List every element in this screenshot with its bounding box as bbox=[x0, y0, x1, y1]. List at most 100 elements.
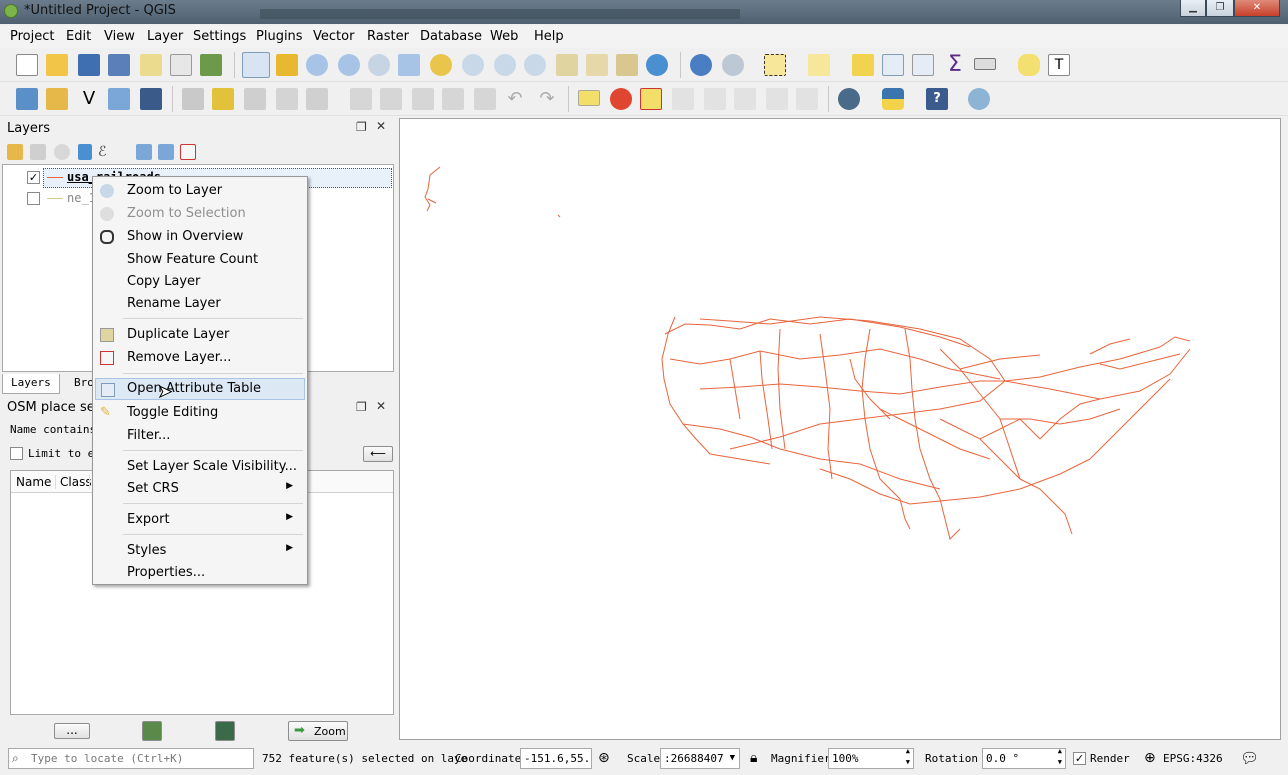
zoom-to-layer-icon[interactable] bbox=[462, 54, 484, 76]
menu-item-set-crs[interactable]: Set CRS ▶ bbox=[95, 478, 305, 500]
toggle-editing-icon[interactable] bbox=[212, 88, 234, 110]
expand-all-icon[interactable] bbox=[136, 144, 152, 160]
osm-map-icon[interactable] bbox=[142, 721, 162, 741]
crs-globe-icon[interactable]: ⊕ bbox=[1144, 750, 1156, 766]
sigma-icon[interactable]: Σ bbox=[944, 54, 966, 76]
add-feature-icon[interactable] bbox=[276, 88, 298, 110]
close-window-button[interactable]: ✕ bbox=[1234, 0, 1280, 17]
add-database-layer-icon[interactable] bbox=[140, 88, 162, 110]
paste-features-icon[interactable] bbox=[474, 88, 496, 110]
select-features-icon[interactable] bbox=[764, 54, 786, 76]
back-arrow-button[interactable]: ⟵ bbox=[363, 446, 393, 462]
zoom-button[interactable]: ➡ Zoom bbox=[288, 721, 348, 741]
open-attribute-table-icon[interactable] bbox=[882, 54, 904, 76]
delete-selected-icon[interactable] bbox=[380, 88, 402, 110]
identify-features-icon[interactable] bbox=[690, 54, 712, 76]
measure-line-icon[interactable] bbox=[974, 58, 996, 70]
label-tool-icon[interactable] bbox=[578, 90, 600, 106]
lock-icon[interactable]: 🔒︎ bbox=[750, 750, 757, 766]
menu-item-export[interactable]: Export ▶ bbox=[95, 509, 305, 531]
menu-item-zoom-to-layer[interactable]: Zoom to Layer bbox=[95, 180, 305, 202]
scale-combo[interactable]: :26688407 ▼ bbox=[660, 748, 740, 769]
node-tool-icon[interactable] bbox=[350, 88, 372, 110]
open-project-icon[interactable] bbox=[46, 54, 68, 76]
menu-vector[interactable]: Vector bbox=[313, 29, 354, 44]
menu-item-zoom-to-selection[interactable]: Zoom to Selection bbox=[95, 203, 305, 225]
menu-item-styles[interactable]: Styles ▶ bbox=[95, 540, 305, 562]
new-map-view-icon[interactable] bbox=[556, 54, 578, 76]
pin-labels-icon[interactable] bbox=[672, 88, 694, 110]
rotate-label-icon[interactable] bbox=[766, 88, 788, 110]
cut-features-icon[interactable] bbox=[412, 88, 434, 110]
filter-legend-icon[interactable] bbox=[78, 144, 92, 160]
menu-help[interactable]: Help bbox=[534, 29, 564, 44]
layer-visibility-checkbox[interactable]: ✓ bbox=[27, 171, 40, 184]
undo-icon[interactable]: ↶ bbox=[504, 88, 526, 110]
crs-label[interactable]: EPSG:4326 bbox=[1163, 752, 1223, 765]
save-edits-icon[interactable] bbox=[244, 88, 266, 110]
select-by-expression-icon[interactable] bbox=[808, 54, 830, 76]
menu-item-toggle-editing[interactable]: ✎ Toggle Editing bbox=[95, 402, 305, 424]
move-label-icon[interactable] bbox=[734, 88, 756, 110]
menu-item-properties[interactable]: Properties... bbox=[95, 562, 305, 584]
magnifier-spinbox[interactable]: 100% ▲ ▼ bbox=[828, 748, 914, 769]
osm-area-icon[interactable] bbox=[215, 721, 235, 741]
collapse-all-icon[interactable] bbox=[158, 144, 174, 160]
ellipsis-button[interactable]: ... bbox=[54, 723, 90, 739]
messages-icon[interactable]: 💬︎ bbox=[1240, 749, 1259, 767]
zoom-out-icon[interactable] bbox=[338, 54, 360, 76]
minimize-button[interactable]: ▁ bbox=[1180, 0, 1206, 17]
statistics-icon[interactable] bbox=[912, 54, 934, 76]
zoom-in-icon[interactable] bbox=[306, 54, 328, 76]
highlight-pinned-labels-icon[interactable] bbox=[640, 88, 662, 110]
float-panel-icon[interactable]: ❐ bbox=[356, 400, 367, 414]
menu-project[interactable]: Project bbox=[10, 29, 54, 44]
restore-button[interactable]: ❐ bbox=[1206, 0, 1234, 17]
zoom-next-icon[interactable] bbox=[524, 54, 546, 76]
add-raster-layer-icon[interactable] bbox=[46, 88, 68, 110]
menu-plugins[interactable]: Plugins bbox=[256, 29, 303, 44]
column-class[interactable]: Class bbox=[55, 475, 92, 489]
menu-database[interactable]: Database bbox=[420, 29, 482, 44]
manage-visibility-icon[interactable] bbox=[54, 144, 70, 160]
composer-manager-icon[interactable] bbox=[170, 54, 192, 76]
menu-item-remove-layer[interactable]: Remove Layer... bbox=[95, 347, 305, 369]
zoom-full-icon[interactable] bbox=[398, 54, 420, 76]
render-checkbox[interactable]: ✓ bbox=[1073, 752, 1086, 765]
add-wms-layer-icon[interactable]: V bbox=[78, 88, 100, 110]
show-hide-labels-icon[interactable] bbox=[704, 88, 726, 110]
open-layer-styling-icon[interactable] bbox=[7, 144, 23, 160]
run-feature-action-icon[interactable] bbox=[722, 54, 744, 76]
menu-item-duplicate-layer[interactable]: Duplicate Layer bbox=[95, 324, 305, 346]
save-as-icon[interactable] bbox=[108, 54, 130, 76]
deselect-all-icon[interactable] bbox=[852, 54, 874, 76]
remove-layer-icon[interactable] bbox=[180, 144, 196, 160]
copy-features-icon[interactable] bbox=[442, 88, 464, 110]
menu-item-filter[interactable]: Filter... bbox=[95, 425, 305, 447]
map-tips-icon[interactable] bbox=[1018, 54, 1040, 76]
add-group-icon[interactable] bbox=[30, 144, 46, 160]
menu-item-set-scale-visibility[interactable]: Set Layer Scale Visibility... bbox=[95, 456, 305, 478]
filter-expression-icon[interactable]: ℰ bbox=[98, 143, 116, 161]
coordinate-field[interactable]: -151.6,55.6 bbox=[520, 748, 592, 769]
menu-item-show-feature-count[interactable]: Show Feature Count bbox=[95, 249, 305, 271]
menu-layer[interactable]: Layer bbox=[147, 29, 183, 44]
zoom-last-icon[interactable] bbox=[494, 54, 516, 76]
zoom-native-icon[interactable] bbox=[368, 54, 390, 76]
python-console-icon[interactable] bbox=[882, 88, 904, 110]
locator-input[interactable]: Type to locate (Ctrl+K) bbox=[8, 748, 254, 769]
add-vector-layer-icon[interactable] bbox=[16, 88, 38, 110]
menu-item-copy-layer[interactable]: Copy Layer bbox=[95, 271, 305, 293]
menu-item-rename-layer[interactable]: Rename Layer bbox=[95, 293, 305, 315]
pan-to-selection-icon[interactable] bbox=[276, 54, 298, 76]
close-panel-icon[interactable]: ✕ bbox=[376, 119, 386, 133]
openlayers-plugin-icon[interactable] bbox=[838, 88, 860, 110]
extents-toggle-icon[interactable]: ⊛ bbox=[598, 750, 610, 766]
style-manager-icon[interactable] bbox=[200, 54, 222, 76]
limit-extent-checkbox[interactable] bbox=[10, 447, 23, 460]
save-project-icon[interactable] bbox=[78, 54, 100, 76]
float-panel-icon[interactable]: ❐ bbox=[356, 120, 367, 134]
zoom-to-selection-icon[interactable] bbox=[430, 54, 452, 76]
refresh-icon[interactable] bbox=[646, 54, 668, 76]
close-panel-icon[interactable]: ✕ bbox=[376, 399, 386, 413]
